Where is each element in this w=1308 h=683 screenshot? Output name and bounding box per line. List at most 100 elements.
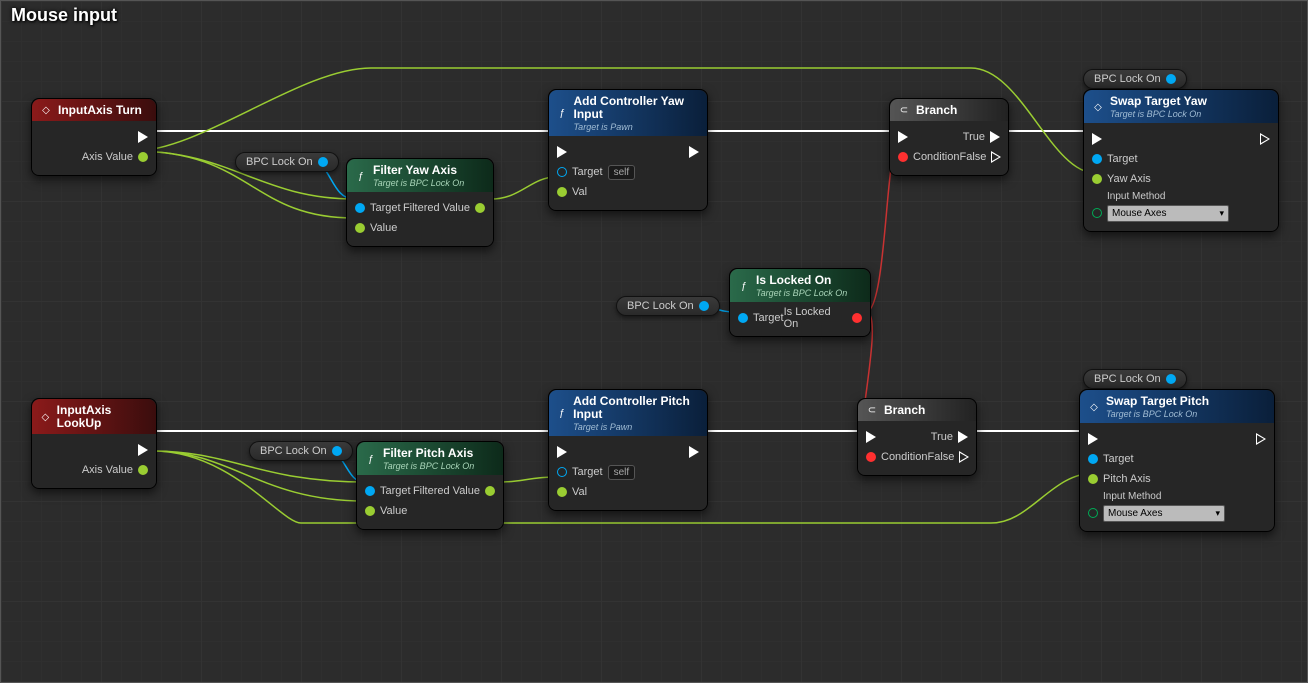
- yaw-in-pin[interactable]: [1092, 174, 1102, 184]
- node-subtitle: Target is BPC Lock On: [1106, 409, 1209, 419]
- pin-label: Input Method: [1103, 491, 1161, 502]
- target-in-pin[interactable]: [355, 203, 365, 213]
- function-icon: ƒ: [365, 454, 377, 465]
- node-filter-pitch-axis[interactable]: ƒFilter Pitch AxisTarget is BPC Lock On …: [356, 441, 504, 530]
- condition-pin[interactable]: [866, 452, 876, 462]
- exec-out-pin[interactable]: [1260, 133, 1270, 145]
- exec-in-pin[interactable]: [1088, 433, 1098, 445]
- object-pin[interactable]: [332, 446, 342, 456]
- tag-label: BPC Lock On: [260, 445, 327, 457]
- var-tag-bpc-lock-on-4[interactable]: BPC Lock On: [1083, 69, 1187, 89]
- object-pin[interactable]: [699, 301, 709, 311]
- pin-label: Value: [380, 505, 407, 517]
- var-tag-bpc-lock-on-3[interactable]: BPC Lock On: [249, 441, 353, 461]
- val-in-pin[interactable]: [557, 487, 567, 497]
- node-subtitle: Target is BPC Lock On: [383, 461, 474, 471]
- target-in-pin[interactable]: [1092, 154, 1102, 164]
- float-out-pin[interactable]: [138, 152, 148, 162]
- exec-out-pin[interactable]: [138, 131, 148, 143]
- pin-label: True: [963, 131, 985, 143]
- object-pin[interactable]: [1166, 374, 1176, 384]
- node-branch-2[interactable]: ⊂Branch True ConditionFalse: [857, 398, 977, 476]
- tag-label: BPC Lock On: [627, 300, 694, 312]
- float-out-pin[interactable]: [475, 203, 485, 213]
- node-is-locked-on[interactable]: ƒIs Locked OnTarget is BPC Lock On Targe…: [729, 268, 871, 337]
- node-title: Branch: [884, 404, 925, 417]
- pin-label: Input Method: [1107, 191, 1165, 202]
- target-in-pin[interactable]: [557, 467, 567, 477]
- exec-out-pin[interactable]: [689, 146, 699, 158]
- exec-in-pin[interactable]: [898, 131, 908, 143]
- bool-out-pin[interactable]: [852, 313, 862, 323]
- pin-label: Condition: [881, 451, 927, 463]
- node-title: Is Locked On: [756, 274, 847, 287]
- function-icon: ƒ: [738, 281, 750, 292]
- event-icon: ◇: [40, 105, 52, 116]
- node-add-controller-pitch[interactable]: ƒAdd Controller Pitch InputTarget is Paw…: [548, 389, 708, 511]
- object-pin[interactable]: [318, 157, 328, 167]
- node-add-controller-yaw[interactable]: ƒAdd Controller Yaw InputTarget is Pawn …: [548, 89, 708, 211]
- pin-label: Target: [370, 202, 401, 214]
- pin-label: Target: [572, 466, 603, 478]
- node-subtitle: Target is BPC Lock On: [756, 288, 847, 298]
- exec-in-pin[interactable]: [557, 446, 567, 458]
- exec-in-pin[interactable]: [1092, 133, 1102, 145]
- function-icon: ƒ: [557, 408, 567, 419]
- pin-label: False: [959, 151, 986, 163]
- pin-label: Axis Value: [82, 464, 133, 476]
- condition-pin[interactable]: [898, 152, 908, 162]
- exec-out-pin[interactable]: [1256, 433, 1266, 445]
- event-icon: ◇: [40, 412, 51, 423]
- node-subtitle: Target is Pawn: [574, 122, 699, 132]
- value-in-pin[interactable]: [355, 223, 365, 233]
- node-inputaxis-turn[interactable]: ◇ InputAxis Turn Axis Value: [31, 98, 157, 176]
- pitch-in-pin[interactable]: [1088, 474, 1098, 484]
- var-tag-bpc-lock-on-5[interactable]: BPC Lock On: [1083, 369, 1187, 389]
- float-out-pin[interactable]: [138, 465, 148, 475]
- exec-in-pin[interactable]: [557, 146, 567, 158]
- var-tag-bpc-lock-on-1[interactable]: BPC Lock On: [235, 152, 339, 172]
- self-box: self: [608, 465, 636, 480]
- pin-label: Val: [572, 486, 587, 498]
- function-icon: ◇: [1088, 402, 1100, 413]
- target-in-pin[interactable]: [1088, 454, 1098, 464]
- node-swap-target-yaw[interactable]: ◇Swap Target YawTarget is BPC Lock On Ta…: [1083, 89, 1279, 232]
- node-title: Filter Yaw Axis: [373, 164, 464, 177]
- pin-label: Axis Value: [82, 151, 133, 163]
- enum-in-pin[interactable]: [1092, 208, 1102, 218]
- self-box: self: [608, 165, 636, 180]
- blueprint-graph[interactable]: Mouse input { "title": "Mouse input", "t…: [0, 0, 1308, 683]
- node-branch-1[interactable]: ⊂Branch True ConditionFalse: [889, 98, 1009, 176]
- pin-label: Value: [370, 222, 397, 234]
- value-in-pin[interactable]: [365, 506, 375, 516]
- node-inputaxis-lookup[interactable]: ◇InputAxis LookUp Axis Value: [31, 398, 157, 489]
- pin-label: Target: [1103, 453, 1134, 465]
- target-in-pin[interactable]: [365, 486, 375, 496]
- target-in-pin[interactable]: [557, 167, 567, 177]
- node-title: Swap Target Pitch: [1106, 395, 1209, 408]
- enum-in-pin[interactable]: [1088, 508, 1098, 518]
- pin-label: True: [931, 431, 953, 443]
- exec-out-pin[interactable]: [138, 444, 148, 456]
- exec-in-pin[interactable]: [866, 431, 876, 443]
- pin-label: Yaw Axis: [1107, 173, 1151, 185]
- false-exec-pin[interactable]: [991, 151, 1001, 163]
- node-subtitle: Target is BPC Lock On: [373, 178, 464, 188]
- true-exec-pin[interactable]: [958, 431, 968, 443]
- exec-out-pin[interactable]: [689, 446, 699, 458]
- object-pin[interactable]: [1166, 74, 1176, 84]
- pin-label: False: [927, 451, 954, 463]
- float-out-pin[interactable]: [485, 486, 495, 496]
- node-title: InputAxis Turn: [58, 104, 142, 117]
- true-exec-pin[interactable]: [990, 131, 1000, 143]
- val-in-pin[interactable]: [557, 187, 567, 197]
- node-swap-target-pitch[interactable]: ◇Swap Target PitchTarget is BPC Lock On …: [1079, 389, 1275, 532]
- graph-title: Mouse input: [11, 5, 117, 26]
- false-exec-pin[interactable]: [959, 451, 969, 463]
- node-filter-yaw-axis[interactable]: ƒFilter Yaw AxisTarget is BPC Lock On Ta…: [346, 158, 494, 247]
- tag-label: BPC Lock On: [1094, 373, 1161, 385]
- input-method-dropdown[interactable]: Mouse Axes: [1103, 505, 1225, 522]
- var-tag-bpc-lock-on-2[interactable]: BPC Lock On: [616, 296, 720, 316]
- input-method-dropdown[interactable]: Mouse Axes: [1107, 205, 1229, 222]
- target-in-pin[interactable]: [738, 313, 748, 323]
